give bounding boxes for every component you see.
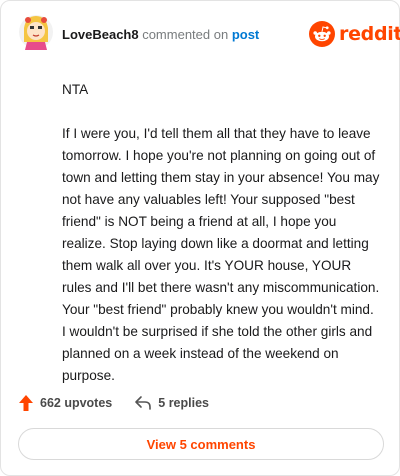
replies-button[interactable]: 5 replies [134, 395, 209, 411]
reply-arrow-icon [135, 396, 152, 410]
action-text: commented on [138, 27, 232, 42]
upvote-button[interactable]: 662 upvotes [18, 394, 112, 412]
upvote-count: 662 upvotes [40, 396, 113, 410]
comment-body: NTA If I were you, I'd tell them all tha… [62, 79, 380, 409]
replies-count: 5 replies [158, 396, 209, 410]
post-link[interactable]: post [232, 27, 259, 42]
comment-paragraph: NTA [62, 82, 89, 97]
upvote-arrow-icon [19, 395, 33, 411]
reddit-wordmark: reddit [339, 23, 400, 45]
username[interactable]: LoveBeach8 [62, 27, 139, 42]
comment-card: LoveBeach8 commented on post reddit NTA … [0, 0, 400, 476]
comment-actions: 662 upvotes 5 replies [18, 394, 209, 412]
comment-paragraph: If I were you, I'd tell them all that th… [62, 126, 380, 383]
reddit-logo-icon [309, 21, 335, 47]
reddit-logo[interactable]: reddit [309, 21, 400, 47]
avatar-icon[interactable] [18, 12, 54, 52]
view-comments-button[interactable]: View 5 comments [18, 428, 384, 460]
comment-header: LoveBeach8 commented on post [62, 27, 259, 42]
